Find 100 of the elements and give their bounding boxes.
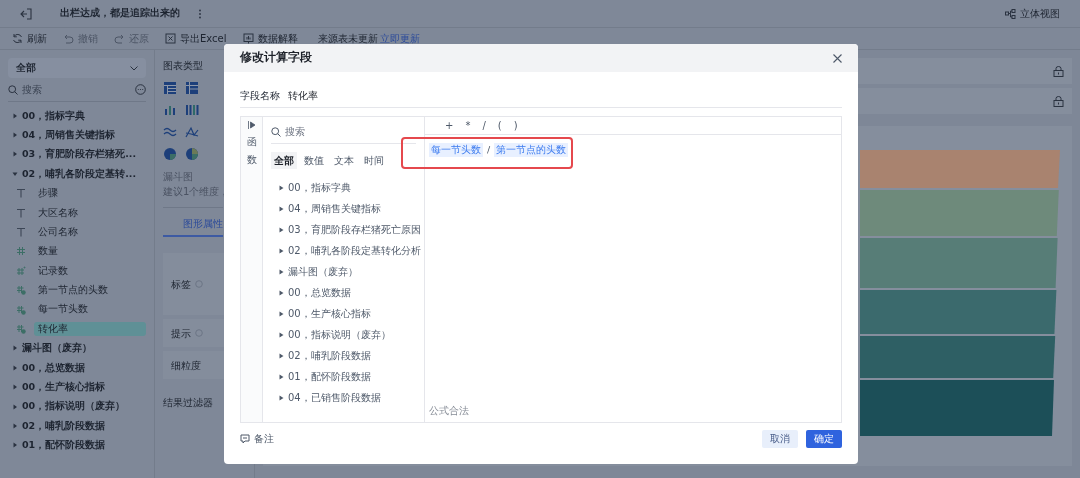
caret-right-icon[interactable]	[279, 289, 284, 296]
table-item[interactable]: 01，配怀阶段数据	[288, 369, 371, 384]
caret-right-icon[interactable]	[279, 373, 284, 380]
operator-key[interactable]: (	[493, 119, 506, 132]
tree-group[interactable]: 00，生产核心指标	[8, 377, 146, 397]
calc-hash-icon	[16, 324, 26, 334]
update-link[interactable]: 立即更新	[379, 31, 420, 46]
chevron-down-icon	[130, 65, 138, 71]
field-item[interactable]: 记录数	[34, 263, 72, 278]
area-chart-icon[interactable]	[163, 125, 177, 139]
bar-chart-icon[interactable]	[185, 103, 199, 117]
search-field[interactable]: 搜索	[22, 82, 122, 97]
tree-group[interactable]: 00，指标说明（废弃）	[8, 396, 146, 417]
type-icon	[16, 227, 26, 238]
pie-chart-icon[interactable]	[163, 147, 177, 161]
operator-key[interactable]: )	[509, 119, 522, 132]
confirm-button[interactable]: 确定	[806, 429, 842, 448]
tree-group[interactable]: 03，育肥阶段存栏猪死...	[8, 144, 146, 165]
filter-tab[interactable]: 时间	[361, 152, 387, 169]
caret-down-icon[interactable]	[12, 170, 18, 177]
caret-right-icon[interactable]	[279, 247, 284, 254]
table-item[interactable]: 04，已销售阶段数据	[288, 390, 381, 405]
field-item[interactable]: 公司名称	[34, 224, 82, 240]
lock-icon[interactable]	[1053, 95, 1064, 107]
caret-right-icon[interactable]	[12, 151, 18, 158]
table-item[interactable]: 02，哺乳各阶段定基转化分析	[288, 243, 421, 258]
operator-key[interactable]: *	[461, 119, 475, 132]
caret-right-icon[interactable]	[12, 345, 18, 352]
table-chart-icon[interactable]	[163, 81, 177, 95]
tree-group[interactable]: 00，指标字典	[8, 106, 146, 126]
filter-tab[interactable]: 文本	[331, 152, 357, 169]
table-item[interactable]: 00，生产核心指标	[288, 306, 371, 321]
caret-right-icon[interactable]	[279, 310, 284, 317]
filter-tab[interactable]: 全部	[271, 152, 297, 169]
caret-right-icon[interactable]	[279, 226, 284, 233]
table-item[interactable]: 02，哺乳阶段数据	[288, 348, 371, 363]
pie-chart-icon[interactable]	[185, 147, 199, 161]
table-item[interactable]: 00，指标说明（废弃）	[288, 327, 391, 342]
table-item[interactable]: 03，育肥阶段存栏猪死亡原因	[288, 222, 421, 237]
field-token[interactable]: 每一节头数	[429, 143, 483, 158]
chart-icon	[242, 33, 254, 44]
table-item[interactable]: 04，周销售关键指标	[288, 201, 381, 216]
caret-right-icon[interactable]	[12, 384, 18, 391]
lock-icon[interactable]	[1053, 65, 1064, 77]
section-title: 图表类型	[163, 59, 204, 73]
caret-right-icon[interactable]	[12, 112, 18, 119]
source-notice: 来源表未更新	[317, 32, 378, 46]
table-item[interactable]: 漏斗图（废弃）	[288, 264, 358, 279]
tree-group[interactable]: 02，哺乳阶段数据	[8, 416, 146, 436]
field-item[interactable]: 数量	[34, 244, 62, 259]
filter-tab[interactable]: 数值	[301, 152, 327, 169]
nodes-icon	[1005, 8, 1016, 19]
caret-right-icon[interactable]	[279, 268, 284, 275]
tree-group[interactable]: 漏斗图（废弃）	[8, 338, 146, 359]
note-button[interactable]: 备注	[240, 431, 274, 446]
tree-group[interactable]: 00，总览数据	[8, 358, 146, 378]
bar-chart-icon[interactable]	[163, 103, 177, 117]
field-item[interactable]: 大区名称	[34, 205, 82, 220]
caret-right-icon[interactable]	[279, 352, 284, 359]
more-icon[interactable]	[135, 84, 146, 95]
caret-right-icon[interactable]	[279, 184, 284, 191]
tree-group[interactable]: 04，周销售关键指标	[8, 125, 146, 145]
toolbar-button[interactable]: 数据解释	[238, 31, 302, 46]
caret-right-icon[interactable]	[12, 403, 18, 410]
more-icon[interactable]	[198, 8, 202, 19]
toolbar-button[interactable]: 刷新	[8, 31, 51, 46]
function-search-field[interactable]: 搜索	[285, 125, 365, 139]
dialog-title: 修改计算字段	[240, 49, 312, 67]
field-token[interactable]: 第一节点的头数	[494, 143, 569, 158]
caret-right-icon[interactable]	[12, 422, 18, 429]
view-button[interactable]: 立体视图	[1001, 6, 1064, 21]
tree-group[interactable]: 02，哺乳各阶段定基转...	[8, 164, 146, 184]
caret-right-icon[interactable]	[12, 442, 18, 449]
caret-right-icon[interactable]	[12, 364, 18, 371]
table-item[interactable]: 00，指标字典	[288, 180, 351, 195]
cancel-button[interactable]: 取消	[762, 429, 798, 448]
function-tab[interactable]: 函数	[246, 133, 257, 170]
caret-right-icon[interactable]	[279, 205, 284, 212]
table-item[interactable]: 00，总览数据	[288, 285, 351, 300]
refresh-icon	[12, 33, 23, 44]
tree-group[interactable]: 01，配怀阶段数据	[8, 435, 146, 456]
search-icon	[271, 127, 281, 137]
caret-right-icon[interactable]	[279, 394, 284, 401]
line-chart-icon[interactable]	[185, 125, 199, 139]
collapse-icon[interactable]	[247, 121, 256, 129]
field-item[interactable]: 步骤	[34, 186, 62, 201]
operator-key[interactable]: /	[478, 119, 490, 132]
exit-icon[interactable]	[20, 7, 32, 20]
property-label: 提示	[171, 326, 191, 341]
calc-hash-icon	[16, 304, 26, 315]
dataset-select[interactable]: 全部	[8, 58, 146, 78]
field-item[interactable]: 转化率	[34, 321, 146, 337]
toolbar-button[interactable]: 导出Excel	[161, 31, 231, 46]
close-button[interactable]	[833, 53, 842, 63]
caret-right-icon[interactable]	[279, 331, 284, 338]
table-chart-icon[interactable]	[185, 81, 199, 95]
caret-right-icon[interactable]	[12, 132, 18, 139]
operator-key[interactable]: +	[441, 119, 458, 132]
comment-icon	[240, 433, 250, 444]
export-icon	[165, 33, 176, 44]
